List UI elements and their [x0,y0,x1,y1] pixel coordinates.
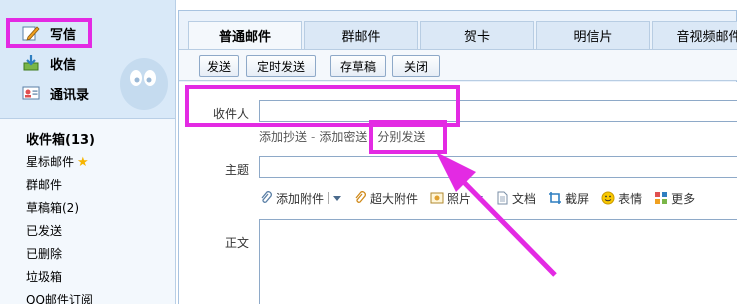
annotation-arrow-icon [436,152,557,277]
